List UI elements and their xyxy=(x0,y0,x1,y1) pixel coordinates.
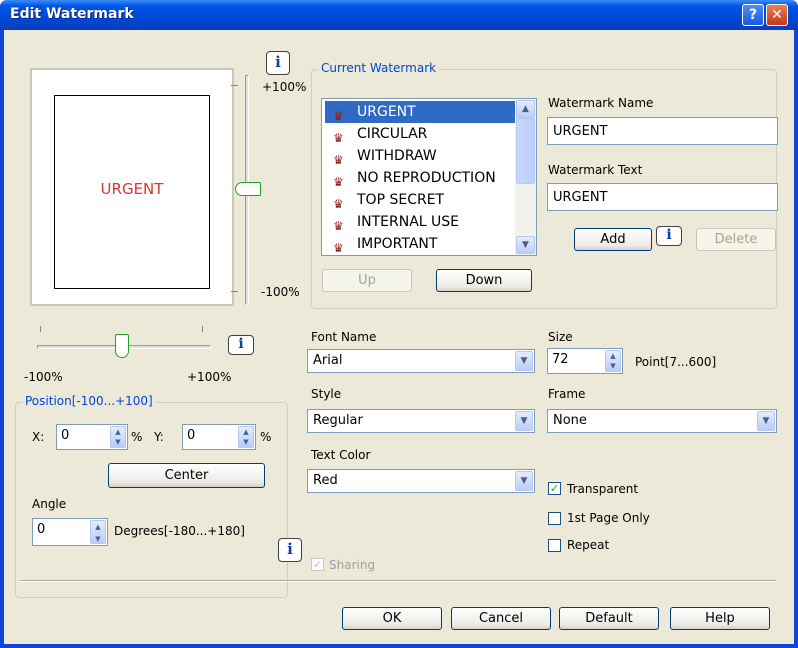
style-label: Style xyxy=(311,387,342,401)
first-page-only-checkbox[interactable] xyxy=(548,512,561,525)
angle-unit: Degrees[-180...+180] xyxy=(114,524,245,538)
current-watermark-legend: Current Watermark xyxy=(319,61,439,75)
watermark-name-input[interactable]: URGENT xyxy=(547,117,778,145)
bottom-separator xyxy=(20,580,776,582)
text-color-select[interactable]: Red ▼ xyxy=(307,469,535,493)
horizontal-slider-thumb[interactable] xyxy=(115,334,129,358)
scroll-down-arrow-icon[interactable]: ▼ xyxy=(516,236,535,254)
info-icon-horizontal-slider[interactable]: i xyxy=(228,335,254,355)
y-spinner[interactable]: 0 ▲ ▼ xyxy=(182,424,256,450)
angle-label: Angle xyxy=(32,497,67,511)
watermark-list-scrollbar[interactable]: ▲ ▼ xyxy=(515,99,536,255)
info-icon-add[interactable]: i xyxy=(656,226,682,246)
font-name-label: Font Name xyxy=(311,330,377,344)
frame-select[interactable]: None ▼ xyxy=(547,409,777,433)
watermark-list-item[interactable]: ♛ WITHDRAW xyxy=(325,145,515,167)
y-unit: % xyxy=(260,430,272,444)
help-button[interactable]: Help xyxy=(670,607,770,630)
watermark-preview: URGENT xyxy=(30,68,234,306)
scroll-up-arrow-icon[interactable]: ▲ xyxy=(516,100,535,118)
watermark-list-item[interactable]: ♛ IMPORTANT xyxy=(325,233,515,255)
style-select[interactable]: Regular ▼ xyxy=(307,409,535,433)
vertical-slider-thumb[interactable] xyxy=(235,182,261,196)
text-color-label: Text Color xyxy=(311,448,371,462)
x-label: X: xyxy=(32,430,45,444)
dialog-client: URGENT i +100% -100% Current Watermark ♛… xyxy=(4,30,794,644)
transparent-checkbox[interactable]: ✓ xyxy=(548,482,561,495)
title-bar[interactable]: Edit Watermark ? ✕ xyxy=(0,0,798,30)
vertical-slider-min-label: -100% xyxy=(261,285,300,299)
info-icon-vertical-slider[interactable]: i xyxy=(266,51,290,75)
sharing-label: Sharing xyxy=(329,558,376,572)
slider-tick xyxy=(231,291,238,292)
scrollbar-thumb[interactable] xyxy=(516,118,535,184)
watermark-list-item[interactable]: ♛ CIRCULAR xyxy=(325,123,515,145)
watermark-list[interactable]: ♛ URGENT ♛ CIRCULAR ♛ WITHDRAW ♛ NO REPRODUC… xyxy=(321,98,537,256)
preview-page: URGENT xyxy=(54,95,210,289)
spinner-arrows-icon[interactable]: ▲ ▼ xyxy=(238,426,254,448)
horizontal-slider-max-label: +100% xyxy=(187,370,232,384)
size-unit: Point[7...600] xyxy=(635,355,717,369)
repeat-checkbox[interactable] xyxy=(548,539,561,552)
delete-button[interactable]: Delete xyxy=(696,228,776,251)
watermark-list-item[interactable]: ♛ URGENT xyxy=(325,101,515,123)
repeat-label: Repeat xyxy=(567,538,610,552)
chevron-down-icon[interactable]: ▼ xyxy=(515,471,533,491)
font-name-select[interactable]: Arial ▼ xyxy=(307,349,535,373)
watermark-item-icon: ♛ xyxy=(333,241,344,255)
chevron-down-icon[interactable]: ▼ xyxy=(515,411,533,431)
watermark-list-item[interactable]: ♛ TOP SECRET xyxy=(325,189,515,211)
slider-tick xyxy=(231,85,238,86)
spinner-arrows-icon[interactable]: ▲ ▼ xyxy=(110,426,126,448)
watermark-list-item[interactable]: ♛ NO REPRODUCTION xyxy=(325,167,515,189)
ok-button[interactable]: OK xyxy=(342,607,442,630)
chevron-down-icon[interactable]: ▼ xyxy=(757,411,775,431)
watermark-name-label: Watermark Name xyxy=(548,96,654,110)
chevron-down-icon[interactable]: ▼ xyxy=(515,351,533,371)
first-page-only-label: 1st Page Only xyxy=(567,511,650,525)
x-unit: % xyxy=(131,430,143,444)
watermark-list-item[interactable]: ♛ INTERNAL USE xyxy=(325,211,515,233)
y-label: Y: xyxy=(154,430,164,444)
sharing-checkbox[interactable]: ✓ xyxy=(311,558,324,571)
default-button[interactable]: Default xyxy=(559,607,659,630)
dialog-window: Edit Watermark ? ✕ URGENT i +100% -100% … xyxy=(0,0,798,648)
preview-watermark-text: URGENT xyxy=(100,180,164,198)
down-button[interactable]: Down xyxy=(436,269,532,292)
window-title: Edit Watermark xyxy=(10,6,134,22)
add-button[interactable]: Add xyxy=(574,228,652,251)
close-button[interactable]: ✕ xyxy=(766,4,788,26)
info-icon-sharing[interactable]: i xyxy=(278,538,302,562)
slider-tick xyxy=(202,326,203,332)
size-label: Size xyxy=(548,330,573,344)
spinner-arrows-icon[interactable]: ▲ ▼ xyxy=(90,520,106,544)
slider-tick xyxy=(40,326,41,332)
help-title-button[interactable]: ? xyxy=(742,4,764,26)
spinner-arrows-icon[interactable]: ▲ ▼ xyxy=(605,350,621,372)
position-legend: Position[-100...+100] xyxy=(23,394,155,408)
horizontal-slider-min-label: -100% xyxy=(24,370,63,384)
size-spinner[interactable]: 72 ▲ ▼ xyxy=(547,348,623,374)
frame-label: Frame xyxy=(548,387,586,401)
vertical-slider-max-label: +100% xyxy=(262,80,307,94)
angle-spinner[interactable]: 0 ▲ ▼ xyxy=(32,518,108,546)
watermark-text-input[interactable]: URGENT xyxy=(547,183,778,211)
up-button[interactable]: Up xyxy=(322,269,412,292)
watermark-text-label: Watermark Text xyxy=(548,163,643,177)
center-button[interactable]: Center xyxy=(108,463,265,488)
cancel-button[interactable]: Cancel xyxy=(451,607,551,630)
x-spinner[interactable]: 0 ▲ ▼ xyxy=(56,424,128,450)
transparent-label: Transparent xyxy=(567,482,639,496)
